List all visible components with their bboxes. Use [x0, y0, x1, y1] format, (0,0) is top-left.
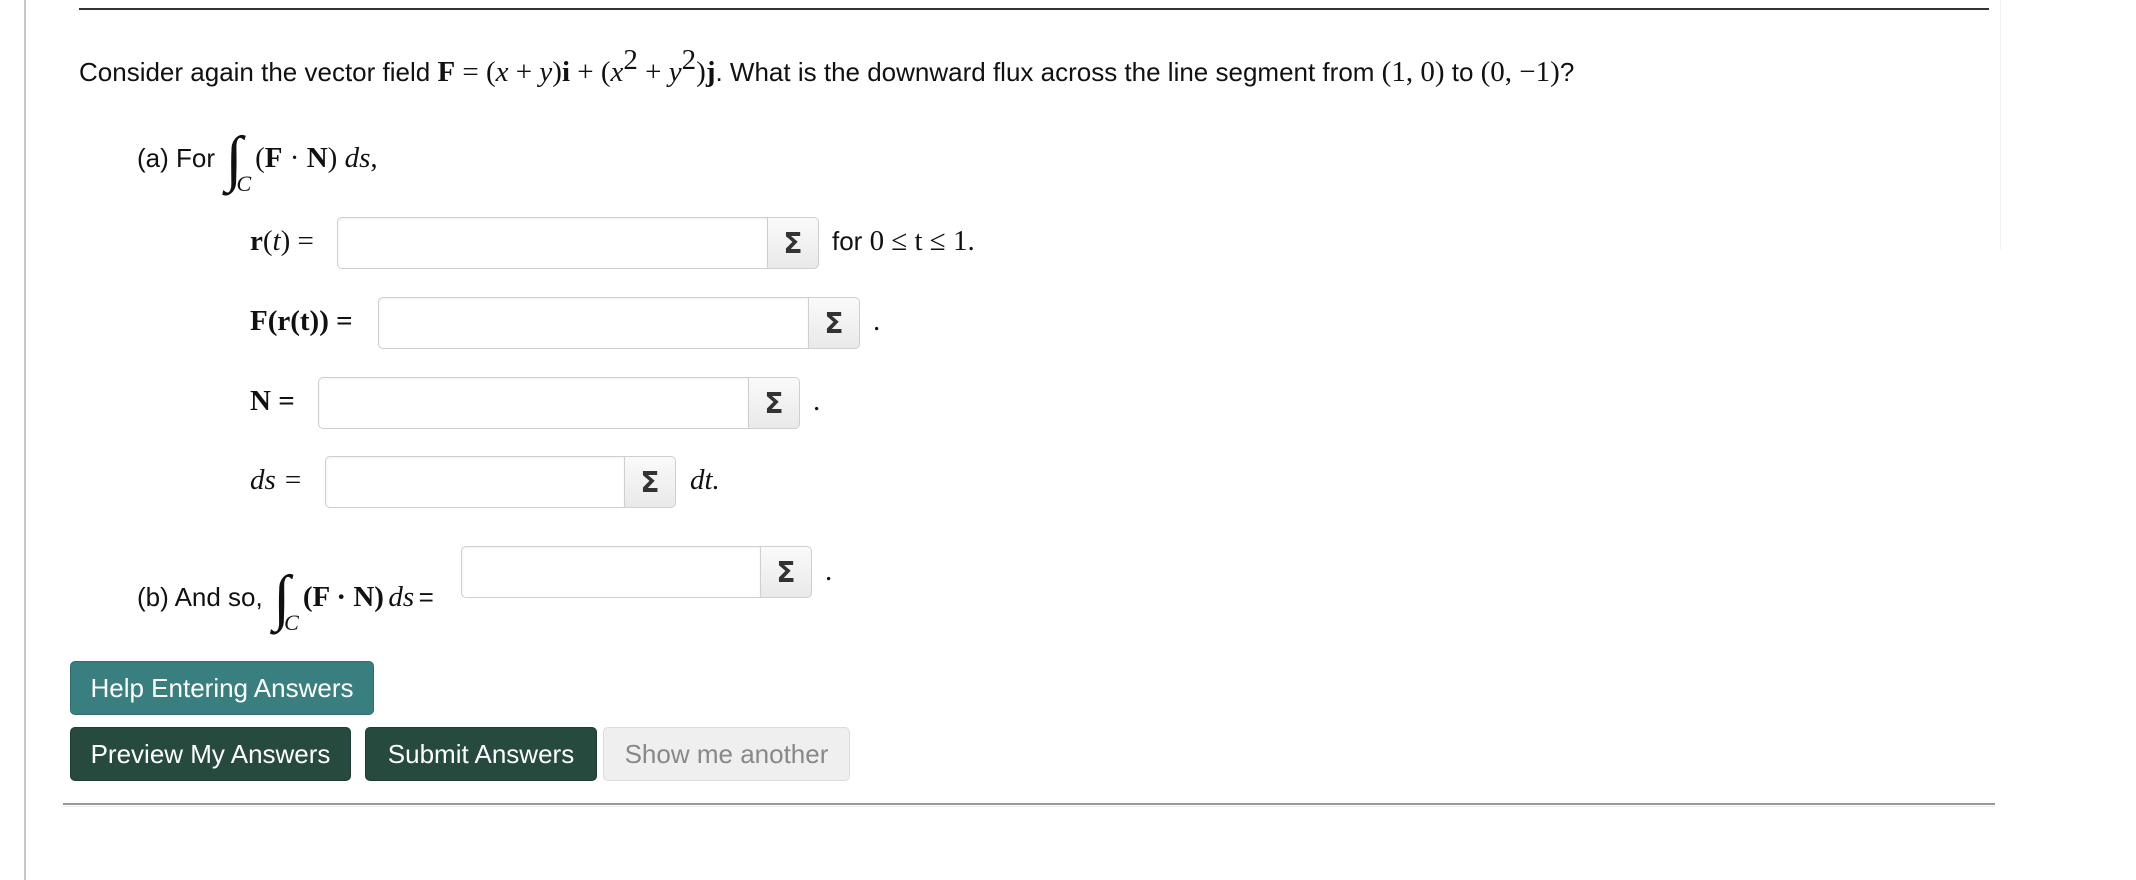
F-suffix: .	[873, 305, 881, 337]
sigma-icon[interactable]: Σ	[624, 456, 676, 508]
preview-answers-button[interactable]: Preview My Answers	[70, 727, 351, 781]
flux-suffix: .	[825, 555, 833, 587]
N-label: N =	[250, 385, 295, 417]
sigma-icon[interactable]: Σ	[748, 377, 800, 429]
top-divider	[79, 8, 1989, 10]
N-suffix: .	[813, 385, 821, 417]
r-input[interactable]	[337, 217, 767, 269]
question-text: Consider again the vector field F = (x +…	[79, 44, 1575, 89]
page-left-border	[24, 0, 26, 880]
sigma-icon[interactable]: Σ	[808, 297, 860, 349]
sigma-icon[interactable]: Σ	[767, 217, 819, 269]
page-right-border	[2000, 0, 2001, 250]
sigma-icon[interactable]: Σ	[760, 546, 812, 598]
part-b-heading: (b) And so, ∫C(F · N) ds =	[137, 564, 434, 635]
N-input[interactable]	[318, 377, 748, 429]
F-label: F(r(t)) =	[250, 305, 353, 337]
bottom-divider-shadow	[63, 806, 1995, 807]
flux-answer-group: Σ	[461, 546, 812, 600]
F-input[interactable]	[378, 297, 808, 349]
help-entering-answers-button[interactable]: Help Entering Answers	[70, 661, 374, 715]
show-me-another-button[interactable]: Show me another	[603, 727, 850, 781]
submit-answers-button[interactable]: Submit Answers	[365, 727, 597, 781]
part-a-heading: (a) For ∫C(F · N) ds,	[137, 125, 378, 196]
ds-answer-group: Σ	[325, 456, 676, 510]
ds-label: ds =	[250, 464, 303, 496]
flux-input[interactable]	[461, 546, 760, 598]
r-suffix: for 0 ≤ t ≤ 1.	[832, 225, 975, 257]
r-label: r(t) =	[250, 225, 314, 257]
ds-input[interactable]	[325, 456, 624, 508]
F-answer-group: Σ	[378, 297, 860, 351]
ds-suffix: dt.	[690, 464, 720, 496]
r-answer-group: Σ	[337, 217, 819, 271]
bottom-divider	[63, 803, 1995, 805]
N-answer-group: Σ	[318, 377, 800, 431]
